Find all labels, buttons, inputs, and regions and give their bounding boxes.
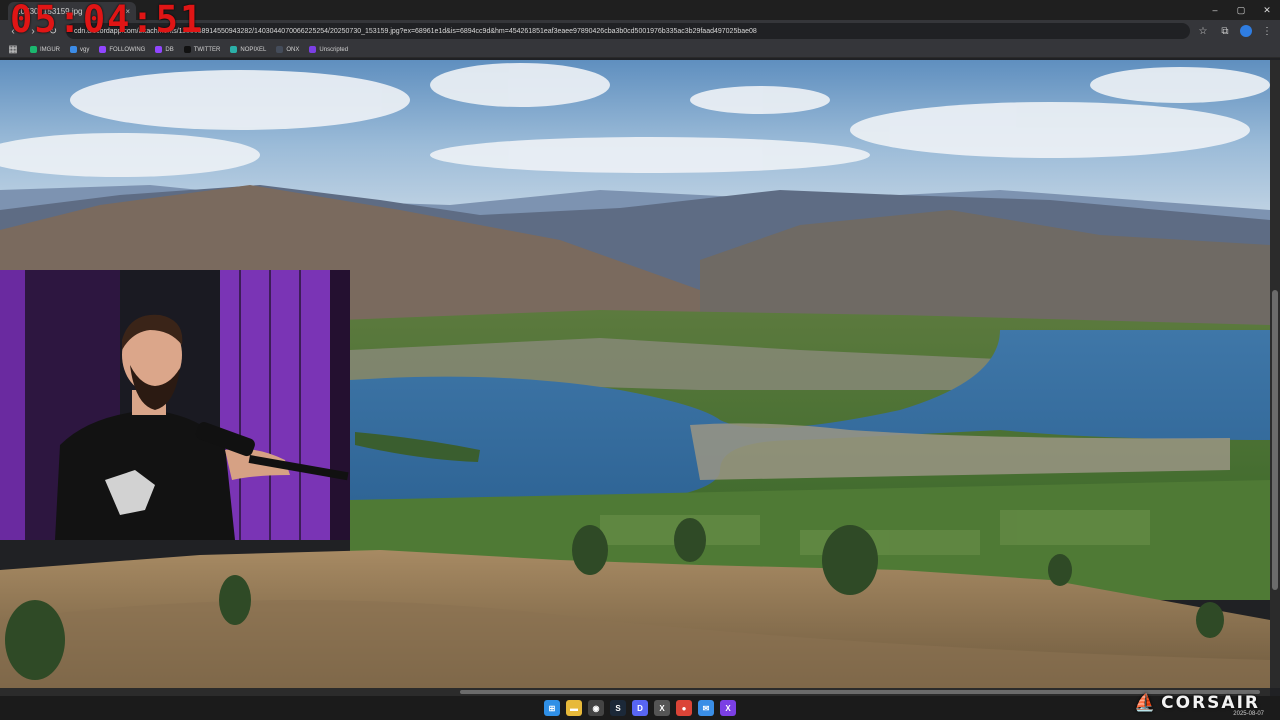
streamer-camera xyxy=(0,270,350,540)
toolbar-actions: ☆ ⧉ ⋮ xyxy=(1196,25,1274,37)
bookmark-label: FOLLOWING xyxy=(109,46,146,53)
bookmark-favicon-icon xyxy=(276,46,284,53)
corsair-logo: ⛵ CORSAIR xyxy=(1134,693,1260,713)
bookmark-label: ONX xyxy=(286,46,300,53)
profile-avatar[interactable] xyxy=(1240,25,1252,37)
bookmark-favicon-icon xyxy=(230,46,238,53)
vertical-scroll-thumb[interactable] xyxy=(1272,290,1278,590)
bookmark-onx[interactable]: ONX xyxy=(276,46,299,53)
window-controls: – ▢ ✕ xyxy=(1202,0,1280,20)
tray-date: 2025-08-07 xyxy=(1233,711,1264,717)
bookmark-following[interactable]: FOLLOWING xyxy=(99,46,145,53)
taskbar-xsplit-icon[interactable]: X xyxy=(654,700,670,716)
bookmark-label: DB xyxy=(165,46,174,53)
corsair-brand: CORSAIR xyxy=(1161,693,1260,713)
bookmark-label: Unscripted xyxy=(319,46,349,53)
bookmark-label: vgy xyxy=(80,46,90,53)
address-bar[interactable]: cdn.discordapp.com/attachments/113368891… xyxy=(66,23,1190,39)
taskbar-chrome-icon[interactable]: ● xyxy=(676,700,692,716)
taskbar-file-explorer-icon[interactable]: ▬ xyxy=(566,700,582,716)
bookmarks-bar: ▦ IMGUR vgy FOLLOWING DB TWITTER NOPIXEL ONX Un… xyxy=(0,42,1280,58)
bookmark-label: TWITTER xyxy=(193,46,221,53)
menu-icon[interactable]: ⋮ xyxy=(1260,26,1274,37)
horizontal-scrollbar[interactable] xyxy=(0,688,1270,696)
taskbar-start-icon[interactable]: ⊞ xyxy=(544,700,560,716)
extensions-icon[interactable]: ⧉ xyxy=(1218,26,1232,37)
bookmark-favicon-icon xyxy=(70,46,77,53)
screen: ...0730_153159.jpg × – ▢ ✕ ‹ › ↻ cdn.dis… xyxy=(0,0,1280,720)
taskbar: ⊞ ▬ ◉ S D X ● ✉ X xyxy=(0,696,1280,720)
close-window-button[interactable]: ✕ xyxy=(1254,0,1280,20)
taskbar-visual-studio-icon[interactable]: X xyxy=(720,700,736,716)
webcam-overlay xyxy=(0,270,350,540)
minimize-button[interactable]: – xyxy=(1202,0,1228,20)
bookmark-nopixel[interactable]: NOPIXEL xyxy=(230,46,266,53)
apps-grid-icon[interactable]: ▦ xyxy=(6,44,20,55)
vertical-scrollbar[interactable] xyxy=(1270,60,1280,688)
bookmark-favicon-icon xyxy=(155,46,163,53)
bookmark-favicon-icon xyxy=(309,46,317,53)
bookmark-imgur[interactable]: IMGUR xyxy=(30,46,60,53)
bookmark-db[interactable]: DB xyxy=(155,46,174,53)
bookmark-favicon-icon xyxy=(99,46,107,53)
stream-timer: 05:04:51 xyxy=(10,0,205,41)
taskbar-obs-icon[interactable]: ◉ xyxy=(588,700,604,716)
taskbar-discord-icon[interactable]: D xyxy=(632,700,648,716)
bookmark-vgy[interactable]: vgy xyxy=(70,46,89,53)
bookmark-twitter[interactable]: TWITTER xyxy=(183,46,221,53)
bookmark-label: NOPIXEL xyxy=(240,46,267,53)
bookmark-favicon-icon xyxy=(30,46,37,53)
taskbar-mail-icon[interactable]: ✉ xyxy=(698,700,714,716)
taskbar-steam-icon[interactable]: S xyxy=(610,700,626,716)
bookmark-star-icon[interactable]: ☆ xyxy=(1196,26,1210,37)
sail-icon: ⛵ xyxy=(1133,693,1158,713)
bookmark-unscripted[interactable]: Unscripted xyxy=(309,46,348,53)
maximize-button[interactable]: ▢ xyxy=(1228,0,1254,20)
bookmark-label: IMGUR xyxy=(40,46,60,53)
bookmark-favicon-icon xyxy=(183,46,191,53)
